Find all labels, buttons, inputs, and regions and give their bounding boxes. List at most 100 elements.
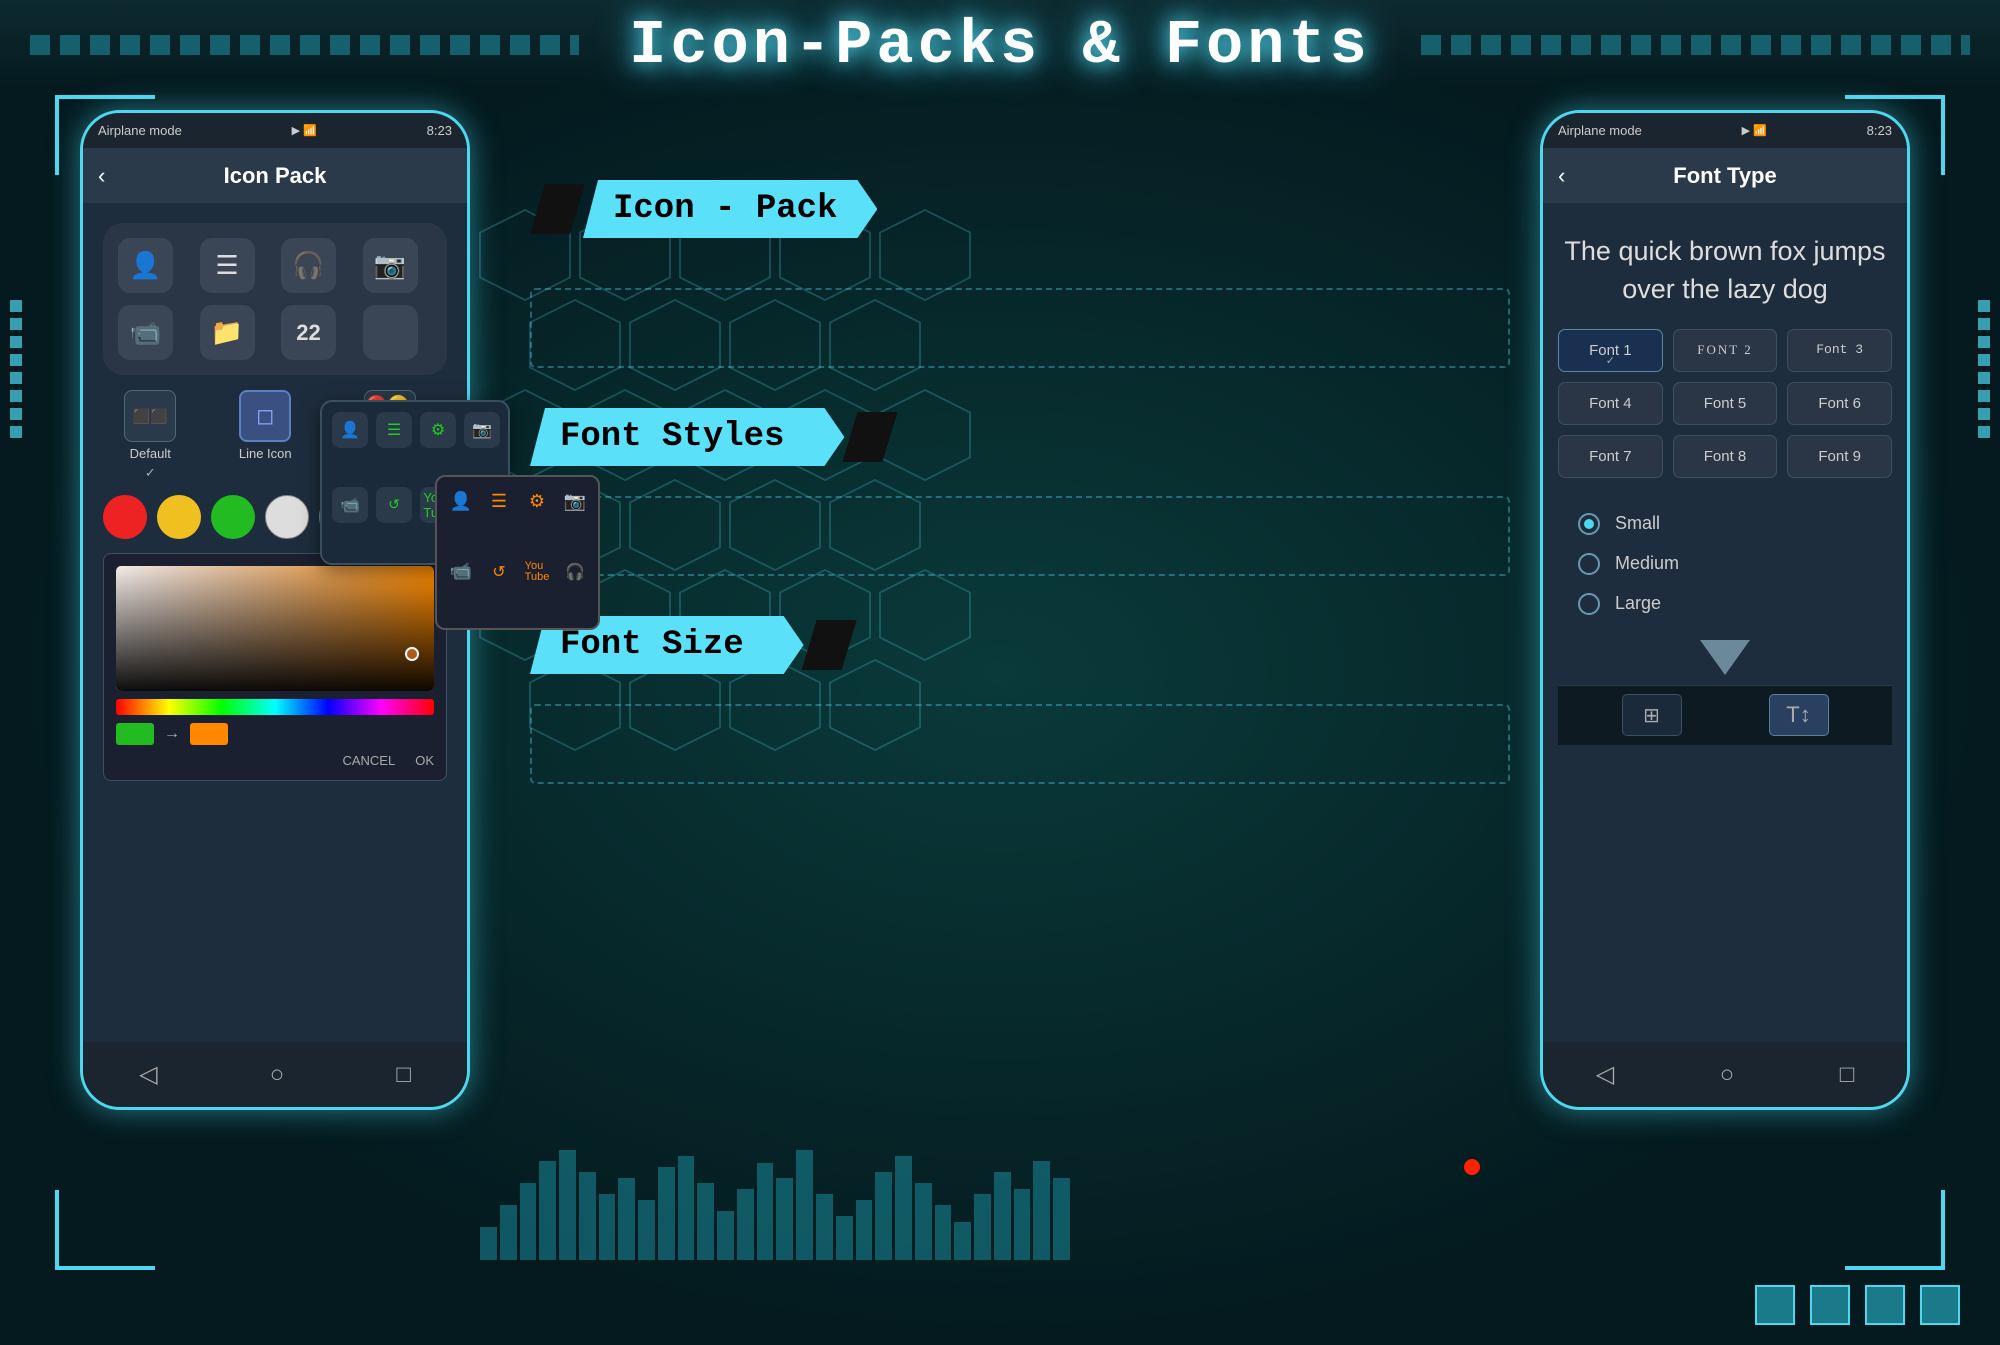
back-button-right[interactable]: ‹ <box>1558 163 1565 189</box>
icon-pack-popup-orange: 👤 ☰ ⚙ 📷 📹 ↺ YouTube 🎧 <box>435 475 600 630</box>
nav-back-left[interactable]: ◁ <box>139 1060 157 1089</box>
popup-icon-2[interactable]: ☰ <box>376 412 412 448</box>
toolbar-text-button[interactable]: T↕ <box>1769 694 1829 736</box>
font-toolbar: ⊞ T↕ <box>1558 685 1892 745</box>
toolbar-icon-button[interactable]: ⊞ <box>1622 694 1682 736</box>
content-area: Airplane mode ▶ 📶 8:23 ‹ Icon Pack 👤 ☰ 🎧… <box>60 90 1940 1265</box>
ok-button[interactable]: OK <box>415 753 434 768</box>
nav-back-right[interactable]: ◁ <box>1596 1060 1614 1089</box>
nav-square-left[interactable]: □ <box>396 1061 411 1089</box>
font-preview-text: The quick brown fox jumps over the lazy … <box>1558 233 1892 309</box>
red-dot <box>1464 1159 1480 1175</box>
font-button-4[interactable]: Font 4 <box>1558 382 1663 425</box>
bottom-border <box>0 1265 2000 1345</box>
oi-5[interactable]: 📹 <box>445 556 477 588</box>
callout-icon-pack: Icon - Pack <box>530 180 1510 238</box>
callout-black-bar-3 <box>802 620 857 670</box>
popup-icon-3[interactable]: ⚙ <box>420 412 456 448</box>
phone-left: Airplane mode ▶ 📶 8:23 ‹ Icon Pack 👤 ☰ 🎧… <box>80 110 500 1245</box>
bottom-dot-3 <box>1865 1285 1905 1325</box>
icon-calendar[interactable]: 22 <box>281 305 336 360</box>
nav-home-left[interactable]: ○ <box>270 1061 285 1089</box>
oi-3[interactable]: ⚙ <box>521 485 553 517</box>
font-button-8[interactable]: Font 8 <box>1673 435 1778 478</box>
phone-title-right: Font Type <box>1673 163 1776 189</box>
status-left-text: Airplane mode <box>98 123 182 138</box>
phone-header-right: ‹ Font Type <box>1543 148 1907 203</box>
phone-frame-right: Airplane mode ▶ 📶 8:23 ‹ Font Type The q… <box>1540 110 1910 1110</box>
nav-square-right[interactable]: □ <box>1840 1061 1855 1089</box>
swatch-white[interactable] <box>265 495 309 539</box>
oi-2[interactable]: ☰ <box>483 485 515 517</box>
radio-small-circle <box>1578 513 1600 535</box>
bottom-nav-right: ◁ ○ □ <box>1543 1042 1907 1107</box>
color-arrow-icon: → <box>164 725 180 743</box>
oi-4[interactable]: 📷 <box>559 485 591 517</box>
font-button-3[interactable]: Font 3 <box>1787 329 1892 372</box>
oi-7[interactable]: YouTube <box>521 556 553 588</box>
size-radio-group: Small Medium Large <box>1558 503 1892 630</box>
font-button-6[interactable]: Font 6 <box>1787 382 1892 425</box>
callout-black-bar-2 <box>842 412 897 462</box>
popup-icon-5[interactable]: 📹 <box>332 487 368 523</box>
font-button-2[interactable]: FONT 2 <box>1673 329 1778 372</box>
font-button-9[interactable]: Font 9 <box>1787 435 1892 478</box>
color-to <box>190 723 228 745</box>
icon-contacts[interactable]: 👤 <box>118 238 173 293</box>
bottom-dot-1 <box>1755 1285 1795 1325</box>
radio-small-dot <box>1584 519 1594 529</box>
callout-text-font-styles: Font Styles <box>530 408 844 466</box>
swatch-red[interactable] <box>103 495 147 539</box>
icon-grid-main: 👤 ☰ 🎧 📷 📹 📁 22 <box>103 223 447 375</box>
callout-black-bar-1 <box>530 184 585 234</box>
font-screen-content: The quick brown fox jumps over the lazy … <box>1543 203 1907 1042</box>
font-button-5[interactable]: Font 5 <box>1673 382 1778 425</box>
battery-icon: ▶ 📶 <box>292 124 317 137</box>
back-button-left[interactable]: ‹ <box>98 163 105 189</box>
cancel-button[interactable]: CANCEL <box>342 753 395 768</box>
icon-video[interactable]: 📹 <box>118 305 173 360</box>
battery-icon-right: ▶ 📶 <box>1742 124 1767 137</box>
popup-icon-4[interactable]: 📷 <box>464 412 500 448</box>
right-edge-deco <box>1978 300 1990 438</box>
color-actions: CANCEL OK <box>116 753 434 768</box>
phone-right: Airplane mode ▶ 📶 8:23 ‹ Font Type The q… <box>1540 110 1920 1245</box>
icon-headphones[interactable]: 🎧 <box>281 238 336 293</box>
equalizer-bars <box>480 1150 1070 1260</box>
left-edge-deco <box>10 300 22 438</box>
oi-8[interactable]: 🎧 <box>559 556 591 588</box>
dashed-box-font-size <box>530 704 1510 784</box>
radio-medium-label: Medium <box>1615 553 1679 574</box>
radio-medium[interactable]: Medium <box>1578 553 1872 575</box>
status-right-text: Airplane mode <box>1558 123 1642 138</box>
oi-6[interactable]: ↺ <box>483 556 515 588</box>
icon-type-default[interactable]: ⬛⬛ Default ✓ <box>124 390 176 481</box>
swatch-yellow[interactable] <box>157 495 201 539</box>
time-right: 8:23 <box>1867 123 1892 138</box>
color-gradient-area[interactable] <box>116 566 434 691</box>
main-title: Icon-Packs & Fonts <box>609 10 1391 81</box>
popup-icon-1[interactable]: 👤 <box>332 412 368 448</box>
icon-camera[interactable]: 📷 <box>363 238 418 293</box>
font-button-7[interactable]: Font 7 <box>1558 435 1663 478</box>
icon-type-line[interactable]: ◻ Line Icon <box>239 390 292 481</box>
nav-home-right[interactable]: ○ <box>1720 1061 1735 1089</box>
swatch-green[interactable] <box>211 495 255 539</box>
radio-large[interactable]: Large <box>1578 593 1872 615</box>
dashed-box-font-styles <box>530 496 1510 576</box>
triangle-indicator <box>1558 640 1892 675</box>
color-preview-row: → <box>116 723 434 745</box>
status-bar-right: Airplane mode ▶ 📶 8:23 <box>1543 113 1907 148</box>
radio-medium-circle <box>1578 553 1600 575</box>
oi-1[interactable]: 👤 <box>445 485 477 517</box>
font-grid: Font 1 ✓ FONT 2 Font 3 Font 4 Font 5 <box>1558 329 1892 478</box>
icon-messages[interactable]: ☰ <box>200 238 255 293</box>
radio-small[interactable]: Small <box>1578 513 1872 535</box>
popup-icon-6[interactable]: ↺ <box>376 487 412 523</box>
font-button-1[interactable]: Font 1 ✓ <box>1558 329 1663 372</box>
callout-font-styles: Font Styles <box>530 408 1510 466</box>
bottom-dot-2 <box>1810 1285 1850 1325</box>
hue-slider[interactable] <box>116 699 434 715</box>
icon-folder[interactable]: 📁 <box>200 305 255 360</box>
phone-header-left: ‹ Icon Pack <box>83 148 467 203</box>
